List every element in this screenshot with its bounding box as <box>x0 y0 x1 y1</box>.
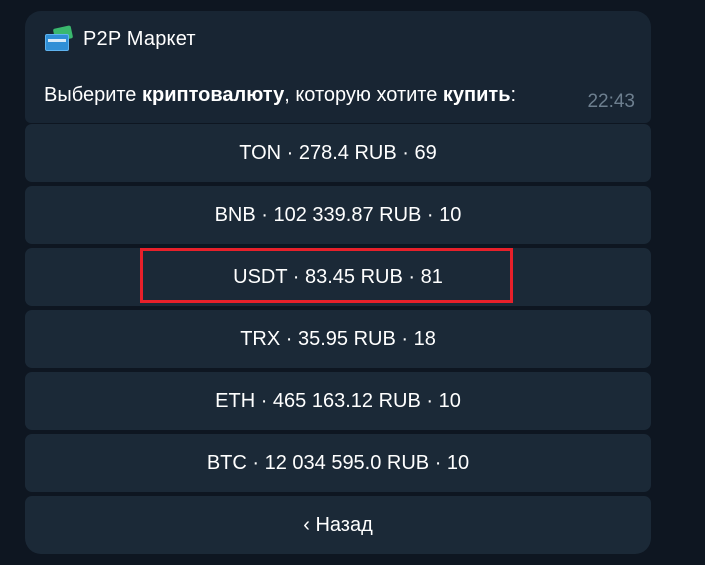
bnb-button[interactable]: BNB · 102 339.87 RUB · 10 <box>25 186 651 244</box>
inline-keyboard: TON · 278.4 RUB · 69 BNB · 102 339.87 RU… <box>25 124 651 554</box>
bot-name[interactable]: P2P Маркет <box>83 28 196 51</box>
message-time: 22:43 <box>587 91 635 112</box>
ton-button[interactable]: TON · 278.4 RUB · 69 <box>25 124 651 182</box>
message-text: Выберите криптовалюту, которую хотите ку… <box>44 83 516 107</box>
message-text-part: Выберите <box>44 84 142 106</box>
message-text-bold: криптовалюту <box>141 84 285 106</box>
trx-button[interactable]: TRX · 35.95 RUB · 18 <box>25 310 651 368</box>
eth-button[interactable]: ETH · 465 163.12 RUB · 10 <box>25 372 651 430</box>
btc-button[interactable]: BTC · 12 034 595.0 RUB · 10 <box>25 434 651 492</box>
message-text-bold: купить <box>442 84 511 106</box>
message-bubble: P2P Маркет Выберите криптовалюту, котору… <box>25 11 651 123</box>
message-header: P2P Маркет <box>44 25 196 53</box>
usdt-button[interactable]: USDT · 83.45 RUB · 81 <box>25 248 651 306</box>
message-text-part: , которую хотите <box>284 84 443 106</box>
message-text-part: : <box>510 84 517 106</box>
back-button[interactable]: ‹ Назад <box>25 496 651 554</box>
credit-cards-icon <box>44 25 74 53</box>
